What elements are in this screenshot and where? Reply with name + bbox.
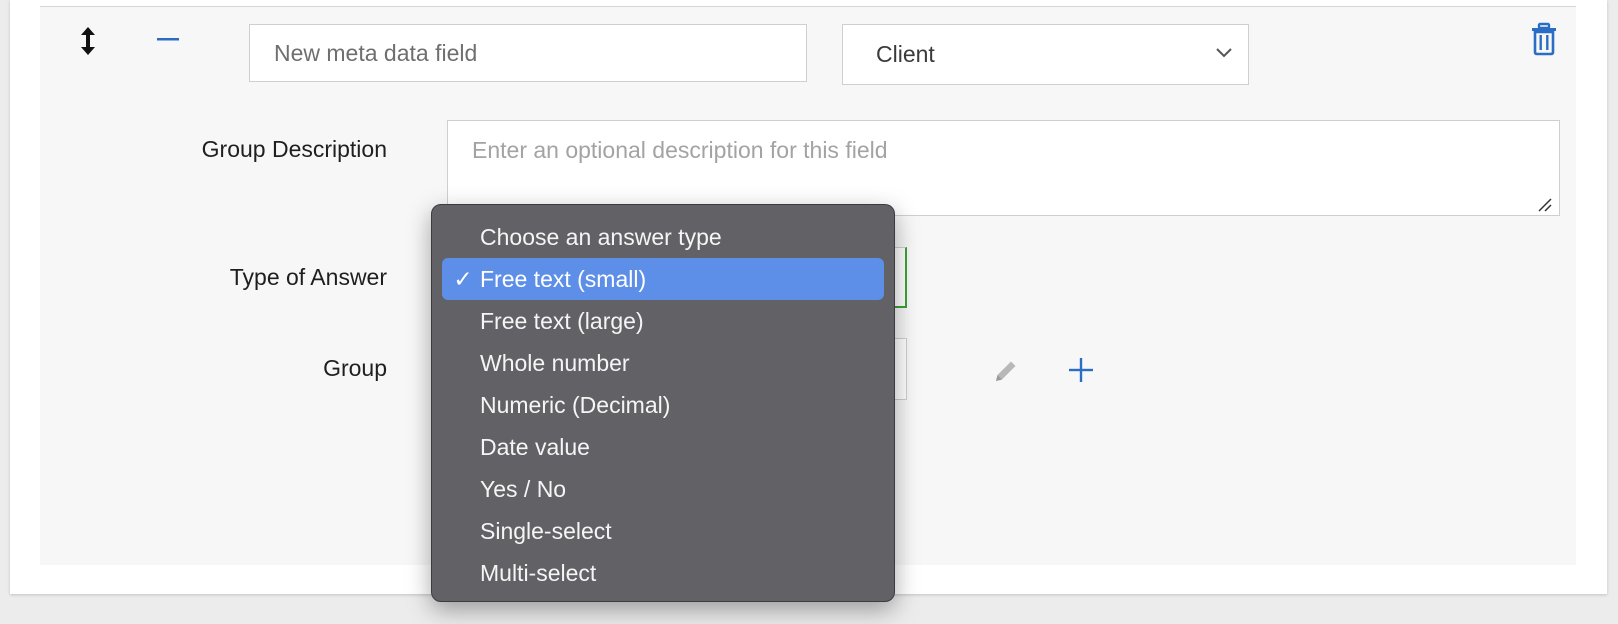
answer-type-option-label: Numeric (Decimal)	[480, 392, 671, 418]
answer-type-option-label: Multi-select	[480, 560, 597, 586]
type-of-answer-label: Type of Answer	[229, 264, 387, 290]
collapse-minus-icon[interactable]	[155, 26, 181, 52]
answer-type-option-label: Yes / No	[480, 476, 567, 502]
field-scope-value: Client	[876, 41, 935, 67]
chevron-down-icon	[1216, 48, 1232, 58]
edit-group-pencil-icon[interactable]	[992, 357, 1020, 385]
answer-type-option[interactable]: ✓ Free text (small)	[442, 258, 884, 300]
group-label: Group	[323, 355, 387, 381]
answer-type-dropdown-menu: Choose an answer type ✓ Free text (small) F…	[431, 204, 895, 602]
answer-type-option[interactable]: Date value	[442, 426, 884, 468]
answer-type-option-label: Free text (small)	[480, 266, 647, 292]
answer-type-option-label: Choose an answer type	[480, 224, 722, 250]
add-group-plus-icon[interactable]	[1066, 355, 1096, 385]
field-name-input[interactable]	[249, 24, 807, 82]
group-description-label: Group Description	[201, 136, 387, 162]
answer-type-option[interactable]: Single-select	[442, 510, 884, 552]
field-scope-select[interactable]: Client	[842, 24, 1249, 85]
answer-type-option[interactable]: Free text (large)	[442, 300, 884, 342]
answer-type-option-label: Free text (large)	[480, 308, 644, 334]
resize-grip-icon[interactable]	[1536, 196, 1552, 212]
answer-type-option-label: Single-select	[480, 518, 612, 544]
answer-type-option[interactable]: Multi-select	[442, 552, 884, 594]
answer-type-option[interactable]: Choose an answer type	[442, 216, 884, 258]
answer-type-option-label: Whole number	[480, 350, 630, 376]
delete-field-trash-icon[interactable]	[1529, 22, 1559, 56]
answer-type-option[interactable]: Numeric (Decimal)	[442, 384, 884, 426]
checkmark-icon: ✓	[453, 266, 473, 292]
drag-handle-icon[interactable]	[76, 24, 100, 58]
answer-type-option[interactable]: Yes / No	[442, 468, 884, 510]
answer-type-option[interactable]: Whole number	[442, 342, 884, 384]
group-description-textarea[interactable]	[447, 120, 1560, 216]
answer-type-option-label: Date value	[480, 434, 590, 460]
